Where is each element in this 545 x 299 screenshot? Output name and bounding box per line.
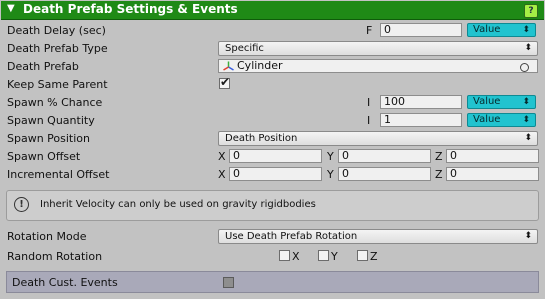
z-axis-label: Z — [370, 250, 378, 263]
rotation-mode-value: Use Death Prefab Rotation — [225, 231, 358, 242]
collapse-arrow-icon[interactable]: ▼ — [7, 3, 15, 14]
row-random-rotation: Random Rotation X Y Z — [0, 248, 545, 266]
info-message-box: ! Inherit Velocity can only be used on g… — [6, 190, 539, 221]
keep-same-parent-checkbox[interactable]: ✔ — [219, 75, 231, 89]
death-delay-mode-label: Value — [473, 24, 501, 35]
info-message-text: Inherit Velocity can only be used on gra… — [40, 199, 316, 210]
dropdown-arrow-icon: ⬍ — [522, 115, 530, 125]
section-header[interactable]: ▼ Death Prefab Settings & Events ? — [1, 1, 544, 20]
dropdown-arrow-icon: ⬍ — [522, 25, 530, 35]
row-spawn-chance: Spawn % Chance I 100 Value ⬍ — [0, 94, 545, 112]
row-spawn-position: Spawn Position Death Position ⬍ — [0, 130, 545, 148]
x-axis-label: X — [292, 250, 300, 263]
gameobject-icon — [223, 61, 234, 71]
spawn-chance-label: Spawn % Chance — [7, 96, 103, 109]
y-axis-label: Y — [327, 168, 334, 181]
rotation-mode-label: Rotation Mode — [7, 230, 87, 243]
float-type-indicator: F — [366, 24, 373, 37]
spawn-position-dropdown[interactable]: Death Position ⬍ — [218, 131, 538, 146]
death-delay-mode-dropdown[interactable]: Value ⬍ — [467, 23, 536, 37]
death-prefab-type-dropdown[interactable]: Specific ⬍ — [218, 41, 538, 56]
z-axis-label: Z — [435, 168, 443, 181]
row-spawn-quantity: Spawn Quantity I 1 Value ⬍ — [0, 112, 545, 130]
spawn-quantity-mode-label: Value — [473, 114, 501, 125]
int-type-indicator: I — [367, 114, 371, 127]
death-prefab-object-name: Cylinder — [237, 59, 283, 72]
incremental-offset-y-input[interactable]: 0 — [338, 167, 431, 181]
spawn-position-label: Spawn Position — [7, 132, 90, 145]
spawn-offset-x-input[interactable]: 0 — [229, 149, 322, 163]
y-axis-label: Y — [331, 250, 338, 263]
death-custom-events-checkbox[interactable] — [223, 277, 234, 288]
row-keep-same-parent: Keep Same Parent ✔ — [0, 75, 545, 94]
incremental-offset-z-input[interactable]: 0 — [446, 167, 539, 181]
int-type-indicator: I — [367, 96, 371, 109]
death-delay-input[interactable]: 0 — [380, 23, 462, 37]
incremental-offset-label: Incremental Offset — [7, 168, 110, 181]
spawn-chance-input[interactable]: 100 — [380, 95, 462, 109]
death-prefab-object-field[interactable]: Cylinder — [218, 59, 538, 73]
death-delay-label: Death Delay (sec) — [7, 24, 106, 37]
death-custom-events-label: Death Cust. Events — [12, 276, 118, 289]
death-prefab-panel: ▼ Death Prefab Settings & Events ? Death… — [0, 0, 545, 299]
spawn-quantity-label: Spawn Quantity — [7, 114, 95, 127]
random-rotation-label: Random Rotation — [7, 250, 103, 263]
dropdown-arrow-icon: ⬍ — [524, 43, 532, 53]
spawn-offset-y-input[interactable]: 0 — [338, 149, 431, 163]
spawn-offset-label: Spawn Offset — [7, 150, 81, 163]
spawn-quantity-mode-dropdown[interactable]: Value ⬍ — [467, 113, 536, 127]
death-custom-events-bar: Death Cust. Events — [6, 271, 539, 293]
rotation-mode-dropdown[interactable]: Use Death Prefab Rotation ⬍ — [218, 229, 538, 244]
row-spawn-offset: Spawn Offset X 0 Y 0 Z 0 — [0, 148, 545, 166]
spawn-chance-mode-dropdown[interactable]: Value ⬍ — [467, 95, 536, 109]
random-rotation-x-checkbox[interactable] — [279, 250, 290, 261]
row-death-prefab: Death Prefab Cylinder — [0, 58, 545, 76]
random-rotation-z-checkbox[interactable] — [357, 250, 368, 261]
row-rotation-mode: Rotation Mode Use Death Prefab Rotation … — [0, 228, 545, 246]
row-incremental-offset: Incremental Offset X 0 Y 0 Z 0 — [0, 166, 545, 184]
dropdown-arrow-icon: ⬍ — [524, 133, 532, 143]
checkmark-icon: ✔ — [220, 75, 231, 89]
help-button[interactable]: ? — [524, 4, 538, 18]
death-prefab-type-value: Specific — [225, 43, 264, 54]
death-prefab-label: Death Prefab — [7, 60, 79, 73]
x-axis-label: X — [218, 168, 226, 181]
dropdown-arrow-icon: ⬍ — [522, 97, 530, 107]
info-icon: ! — [14, 197, 29, 212]
row-death-prefab-type: Death Prefab Type Specific ⬍ — [0, 40, 545, 58]
x-axis-label: X — [218, 150, 226, 163]
spawn-quantity-input[interactable]: 1 — [380, 113, 462, 127]
y-axis-label: Y — [327, 150, 334, 163]
z-axis-label: Z — [435, 150, 443, 163]
spawn-offset-z-input[interactable]: 0 — [446, 149, 539, 163]
spawn-chance-mode-label: Value — [473, 96, 501, 107]
incremental-offset-x-input[interactable]: 0 — [229, 167, 322, 181]
random-rotation-y-checkbox[interactable] — [318, 250, 329, 261]
dropdown-arrow-icon: ⬍ — [524, 231, 532, 241]
section-title: Death Prefab Settings & Events — [23, 2, 238, 16]
spawn-position-value: Death Position — [225, 133, 298, 144]
death-prefab-type-label: Death Prefab Type — [7, 42, 108, 55]
row-death-delay: Death Delay (sec) F 0 Value ⬍ — [0, 22, 545, 40]
keep-same-parent-label: Keep Same Parent — [7, 78, 108, 91]
object-picker-icon[interactable] — [520, 63, 529, 72]
